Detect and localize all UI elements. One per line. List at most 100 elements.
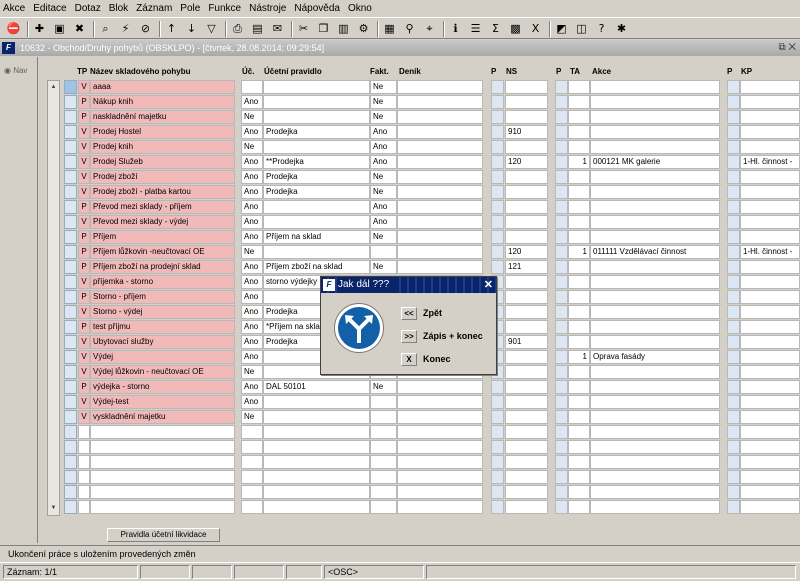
cell-tp[interactable]: V bbox=[78, 140, 90, 154]
cell-p1[interactable] bbox=[491, 380, 504, 394]
cell-kp[interactable] bbox=[740, 320, 800, 334]
cell-rule[interactable]: Prodejka bbox=[263, 185, 370, 199]
cell-name[interactable] bbox=[90, 500, 235, 514]
cell-rule[interactable] bbox=[263, 425, 370, 439]
cell-ta[interactable] bbox=[568, 95, 590, 109]
cell-ta[interactable] bbox=[568, 440, 590, 454]
menu-0[interactable]: Akce bbox=[3, 3, 25, 14]
cell-tp[interactable]: V bbox=[78, 350, 90, 364]
cell-akce[interactable] bbox=[590, 365, 720, 379]
row-selector[interactable] bbox=[64, 500, 77, 514]
cell-rule[interactable] bbox=[263, 200, 370, 214]
cell-kp[interactable] bbox=[740, 470, 800, 484]
cell-kp[interactable] bbox=[740, 200, 800, 214]
cell-p3[interactable] bbox=[727, 455, 740, 469]
cell-p2[interactable] bbox=[555, 170, 568, 184]
accounting-rules-button[interactable]: Pravidla účetní likvidace bbox=[107, 528, 220, 542]
cell-uc[interactable]: Ano bbox=[241, 320, 263, 334]
cell-uc[interactable]: Ano bbox=[241, 350, 263, 364]
row-selector[interactable] bbox=[64, 110, 77, 124]
cell-uc[interactable] bbox=[241, 80, 263, 94]
cell-kp[interactable] bbox=[740, 335, 800, 349]
cell-uc[interactable] bbox=[241, 440, 263, 454]
cell-p2[interactable] bbox=[555, 80, 568, 94]
cell-akce[interactable] bbox=[590, 95, 720, 109]
cell-denik[interactable] bbox=[397, 395, 483, 409]
cell-ta[interactable]: 1 bbox=[568, 350, 590, 364]
save-icon[interactable]: ▣ bbox=[52, 21, 67, 36]
cell-uc[interactable]: Ano bbox=[241, 380, 263, 394]
cell-p2[interactable] bbox=[555, 305, 568, 319]
cell-name[interactable] bbox=[90, 440, 235, 454]
cell-denik[interactable] bbox=[397, 245, 483, 259]
row-selector[interactable] bbox=[64, 305, 77, 319]
cell-akce[interactable]: 011111 Vzdělávací činnost bbox=[590, 245, 720, 259]
cell-kp[interactable] bbox=[740, 95, 800, 109]
cell-uc[interactable] bbox=[241, 485, 263, 499]
cell-denik[interactable] bbox=[397, 260, 483, 274]
cell-ta[interactable] bbox=[568, 320, 590, 334]
cell-denik[interactable] bbox=[397, 185, 483, 199]
cell-p1[interactable] bbox=[491, 170, 504, 184]
cell-p3[interactable] bbox=[727, 500, 740, 514]
cell-fakt[interactable]: Ne bbox=[370, 95, 397, 109]
cell-p1[interactable] bbox=[491, 410, 504, 424]
cell-name[interactable] bbox=[90, 485, 235, 499]
cell-akce[interactable] bbox=[590, 230, 720, 244]
cell-tp[interactable]: V bbox=[78, 275, 90, 289]
cell-ta[interactable] bbox=[568, 290, 590, 304]
cell-akce[interactable] bbox=[590, 380, 720, 394]
save-and-exit-button[interactable]: >> bbox=[401, 330, 417, 343]
cell-p3[interactable] bbox=[727, 440, 740, 454]
cell-denik[interactable] bbox=[397, 470, 483, 484]
cell-fakt[interactable]: Ne bbox=[370, 230, 397, 244]
cell-p3[interactable] bbox=[727, 185, 740, 199]
cell-ns[interactable] bbox=[505, 320, 548, 334]
cell-kp[interactable] bbox=[740, 170, 800, 184]
cell-p3[interactable] bbox=[727, 140, 740, 154]
menu-8[interactable]: Nápověda bbox=[294, 3, 340, 14]
print-icon[interactable]: ⎙ bbox=[230, 21, 245, 36]
cell-ta[interactable] bbox=[568, 110, 590, 124]
cell-ns[interactable] bbox=[505, 440, 548, 454]
cell-tp[interactable] bbox=[78, 500, 90, 514]
cell-p3[interactable] bbox=[727, 125, 740, 139]
cell-kp[interactable] bbox=[740, 410, 800, 424]
cell-p3[interactable] bbox=[727, 410, 740, 424]
cell-akce[interactable]: Oprava fasády bbox=[590, 350, 720, 364]
cell-p2[interactable] bbox=[555, 320, 568, 334]
cell-p2[interactable] bbox=[555, 440, 568, 454]
cell-ns[interactable] bbox=[505, 80, 548, 94]
cell-kp[interactable] bbox=[740, 110, 800, 124]
cell-p2[interactable] bbox=[555, 410, 568, 424]
cell-ns[interactable] bbox=[505, 290, 548, 304]
cell-kp[interactable] bbox=[740, 425, 800, 439]
cell-name[interactable]: Storno - příjem bbox=[90, 290, 235, 304]
vertical-scrollbar[interactable]: ▲ ▼ bbox=[47, 80, 60, 516]
cell-p2[interactable] bbox=[555, 335, 568, 349]
menu-1[interactable]: Editace bbox=[33, 3, 66, 14]
cell-ns[interactable] bbox=[505, 365, 548, 379]
row-selector[interactable] bbox=[64, 215, 77, 229]
cell-rule[interactable]: **Prodejka bbox=[263, 155, 370, 169]
cell-p3[interactable] bbox=[727, 80, 740, 94]
menu-3[interactable]: Blok bbox=[109, 3, 128, 14]
cell-fakt[interactable]: Ano bbox=[370, 155, 397, 169]
cell-p3[interactable] bbox=[727, 260, 740, 274]
cell-tp[interactable]: V bbox=[78, 410, 90, 424]
cell-name[interactable]: aaaa bbox=[90, 80, 235, 94]
cell-akce[interactable] bbox=[590, 485, 720, 499]
cell-name[interactable]: příjemka - storno bbox=[90, 275, 235, 289]
cell-uc[interactable]: Ne bbox=[241, 245, 263, 259]
cell-p1[interactable] bbox=[491, 485, 504, 499]
cell-ns[interactable]: 120 bbox=[505, 155, 548, 169]
cell-kp[interactable] bbox=[740, 395, 800, 409]
cell-fakt[interactable]: Ano bbox=[370, 200, 397, 214]
cell-fakt[interactable]: Ne bbox=[370, 260, 397, 274]
calendar-icon[interactable]: ▦ bbox=[382, 21, 397, 36]
settings-icon[interactable]: ✱ bbox=[614, 21, 629, 36]
row-selector[interactable] bbox=[64, 380, 77, 394]
list-icon[interactable]: ☰ bbox=[468, 21, 483, 36]
cell-p1[interactable] bbox=[491, 395, 504, 409]
row-selector[interactable] bbox=[64, 440, 77, 454]
